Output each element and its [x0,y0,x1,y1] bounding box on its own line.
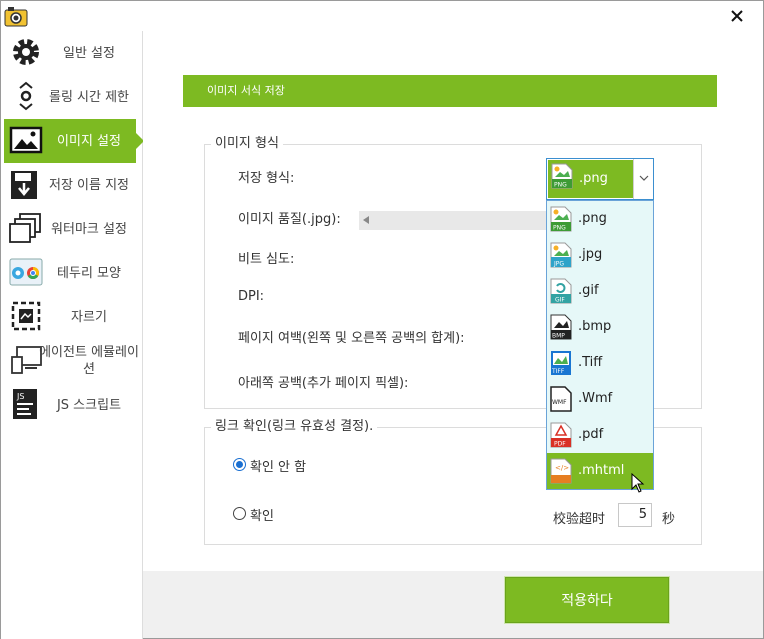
no-check-label[interactable]: 확인 안 함 [250,456,306,475]
format-option-bmp[interactable]: BMP .bmp [547,309,653,345]
sidebar-item-label: 이미지 설정 [57,133,121,149]
sidebar-item-label: 저장 이름 지정 [48,177,130,193]
sidebar-item-scroll-timeout[interactable]: 롤링 시간 제한 [1,75,143,119]
svg-text:WMF: WMF [552,399,567,406]
svg-text:GIF: GIF [555,297,565,304]
camera-app-icon [4,7,28,27]
image-format-group-title: 이미지 형식 [211,136,283,152]
sidebar-item-agent-emulation[interactable]: 에이전트 에뮬레이션 [1,339,143,383]
sidebar-item-general[interactable]: 일반 설정 [1,31,143,75]
dropdown-arrow-button[interactable] [633,159,653,199]
selected-format-text: .png [579,171,608,186]
svg-text:PNG: PNG [553,225,566,232]
apply-button[interactable]: 적용하다 [505,577,669,623]
sidebar-item-label: 롤링 시간 제한 [48,89,130,105]
gif-file-icon: GIF [550,278,572,304]
sidebar-item-label: 워터마크 설정 [51,221,127,237]
sidebar-item-label: 에이전트 에뮬레이션 [39,345,139,377]
wmf-file-icon: WMF [550,386,572,412]
svg-text:BMP: BMP [552,333,565,340]
timeout-input[interactable]: 5 [618,503,652,527]
format-option-png[interactable]: PNG .png [547,201,653,237]
save-format-label: 저장 형식: [238,171,295,186]
sidebar-item-label: JS 스크립트 [56,397,122,413]
png-file-icon: PNG [550,206,572,232]
mouse-cursor-icon [631,473,645,493]
bit-depth-label: 비트 심도: [238,252,295,267]
no-check-radio[interactable] [233,458,246,471]
dpi-label: DPI: [238,289,265,304]
svg-text:PNG: PNG [554,182,567,189]
sidebar-item-border-style[interactable]: 테두리 모양 [1,251,143,295]
check-label[interactable]: 확인 [250,505,274,524]
format-option-label: .mhtml [578,463,625,478]
sidebar-item-image-settings[interactable]: 이미지 설정 [4,119,144,163]
format-option-gif[interactable]: GIF .gif [547,273,653,309]
format-option-label: .jpg [578,247,603,262]
chevron-down-icon [639,175,648,181]
sidebar-item-label: 일반 설정 [63,45,115,61]
sidebar-item-label: 테두리 모양 [57,265,121,281]
image-quality-label: 이미지 품질(.jpg): [238,212,341,227]
sidebar: 일반 설정 롤링 시간 제한 이미지 설정 저장 이름 지정 워터마크 설정 테… [1,31,144,639]
svg-text:</>: </> [555,464,569,472]
png-file-icon: PNG [551,163,573,189]
format-dropdown-list: PNG .png JPG .jpg GIF .gif BMP .bmp TIFF… [546,200,654,490]
image-quality-slider[interactable] [359,211,549,230]
mhtml-file-icon: </> [550,458,572,484]
format-option-pdf[interactable]: PDF .pdf [547,417,653,453]
sidebar-item-js-script[interactable]: JS JS 스크립트 [1,383,143,427]
format-option-label: .png [578,211,607,226]
check-radio[interactable] [233,507,246,520]
selected-format[interactable]: PNG .png [548,160,634,198]
sidebar-item-crop[interactable]: 자르기 [1,295,143,339]
format-option-wmf[interactable]: WMF .Wmf [547,381,653,417]
bmp-file-icon: BMP [550,314,572,340]
image-icon [9,126,43,154]
sidebar-item-watermark[interactable]: 워터마크 설정 [1,207,143,251]
save-format-select[interactable]: PNG .png [546,158,654,200]
format-option-tiff[interactable]: TIFF .Tiff [547,345,653,381]
format-option-jpg[interactable]: JPG .jpg [547,237,653,273]
format-option-label: .Wmf [578,391,613,406]
sidebar-item-save-naming[interactable]: 저장 이름 지정 [1,163,143,207]
svg-text:TIFF: TIFF [551,368,565,375]
close-icon [731,10,743,22]
slider-left-arrow-icon[interactable] [363,216,369,224]
svg-text:JPG: JPG [553,261,564,268]
bottom-space-label: 아래쪽 공백(추가 페이지 픽셀): [238,376,409,391]
format-option-label: .gif [578,283,599,298]
page-margin-label: 페이지 여백(왼쪽 및 오른쪽 공백의 합계): [238,331,465,346]
sidebar-item-label: 자르기 [71,309,107,325]
format-option-label: .Tiff [578,355,603,370]
jpg-file-icon: JPG [550,242,572,268]
title-bar [1,1,763,31]
svg-text:JS: JS [16,392,24,401]
link-check-group-title: 링크 확인(링크 유효성 결정). [211,419,378,435]
close-button[interactable] [725,4,749,28]
tiff-file-icon: TIFF [551,351,571,375]
section-header: 이미지 서식 저장 [183,75,717,107]
timeout-unit-label: 秒 [662,512,676,527]
format-option-label: .bmp [578,319,612,334]
settings-window: 일반 설정 롤링 시간 제한 이미지 설정 저장 이름 지정 워터마크 설정 테… [0,0,764,639]
pdf-file-icon: PDF [550,422,572,448]
svg-text:PDF: PDF [554,441,566,448]
timeout-label: 校验超时 [553,512,606,527]
format-option-label: .pdf [578,427,604,442]
